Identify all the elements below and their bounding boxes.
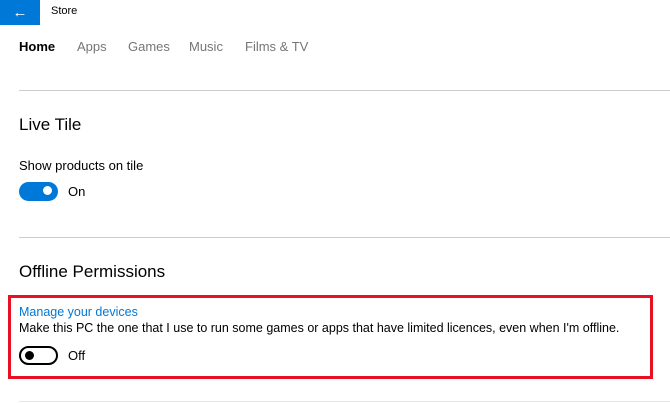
back-button[interactable]: ← (0, 0, 40, 25)
arrow-left-icon: ← (12, 4, 28, 21)
tab-music[interactable]: Music (189, 39, 223, 54)
live-tile-toggle-state: On (68, 184, 86, 199)
toggle-knob (43, 186, 52, 195)
live-tile-heading: Live Tile (19, 115, 82, 134)
offline-description: Make this PC the one that I use to run s… (19, 321, 620, 335)
manage-devices-link[interactable]: Manage your devices (19, 305, 138, 319)
toggle-knob (25, 351, 34, 360)
tab-films-tv[interactable]: Films & TV (245, 39, 308, 54)
offline-permissions-heading: Offline Permissions (19, 262, 166, 281)
offline-toggle-state: Off (68, 348, 86, 363)
show-products-label: Show products on tile (19, 158, 144, 173)
tab-apps[interactable]: Apps (77, 39, 107, 54)
live-tile-toggle[interactable] (19, 182, 58, 201)
offline-toggle[interactable] (19, 346, 58, 365)
tab-home[interactable]: Home (19, 39, 55, 54)
divider (19, 90, 670, 91)
divider (19, 401, 670, 402)
window-title: Store (51, 5, 78, 17)
divider (19, 237, 670, 238)
tab-games[interactable]: Games (128, 39, 170, 54)
